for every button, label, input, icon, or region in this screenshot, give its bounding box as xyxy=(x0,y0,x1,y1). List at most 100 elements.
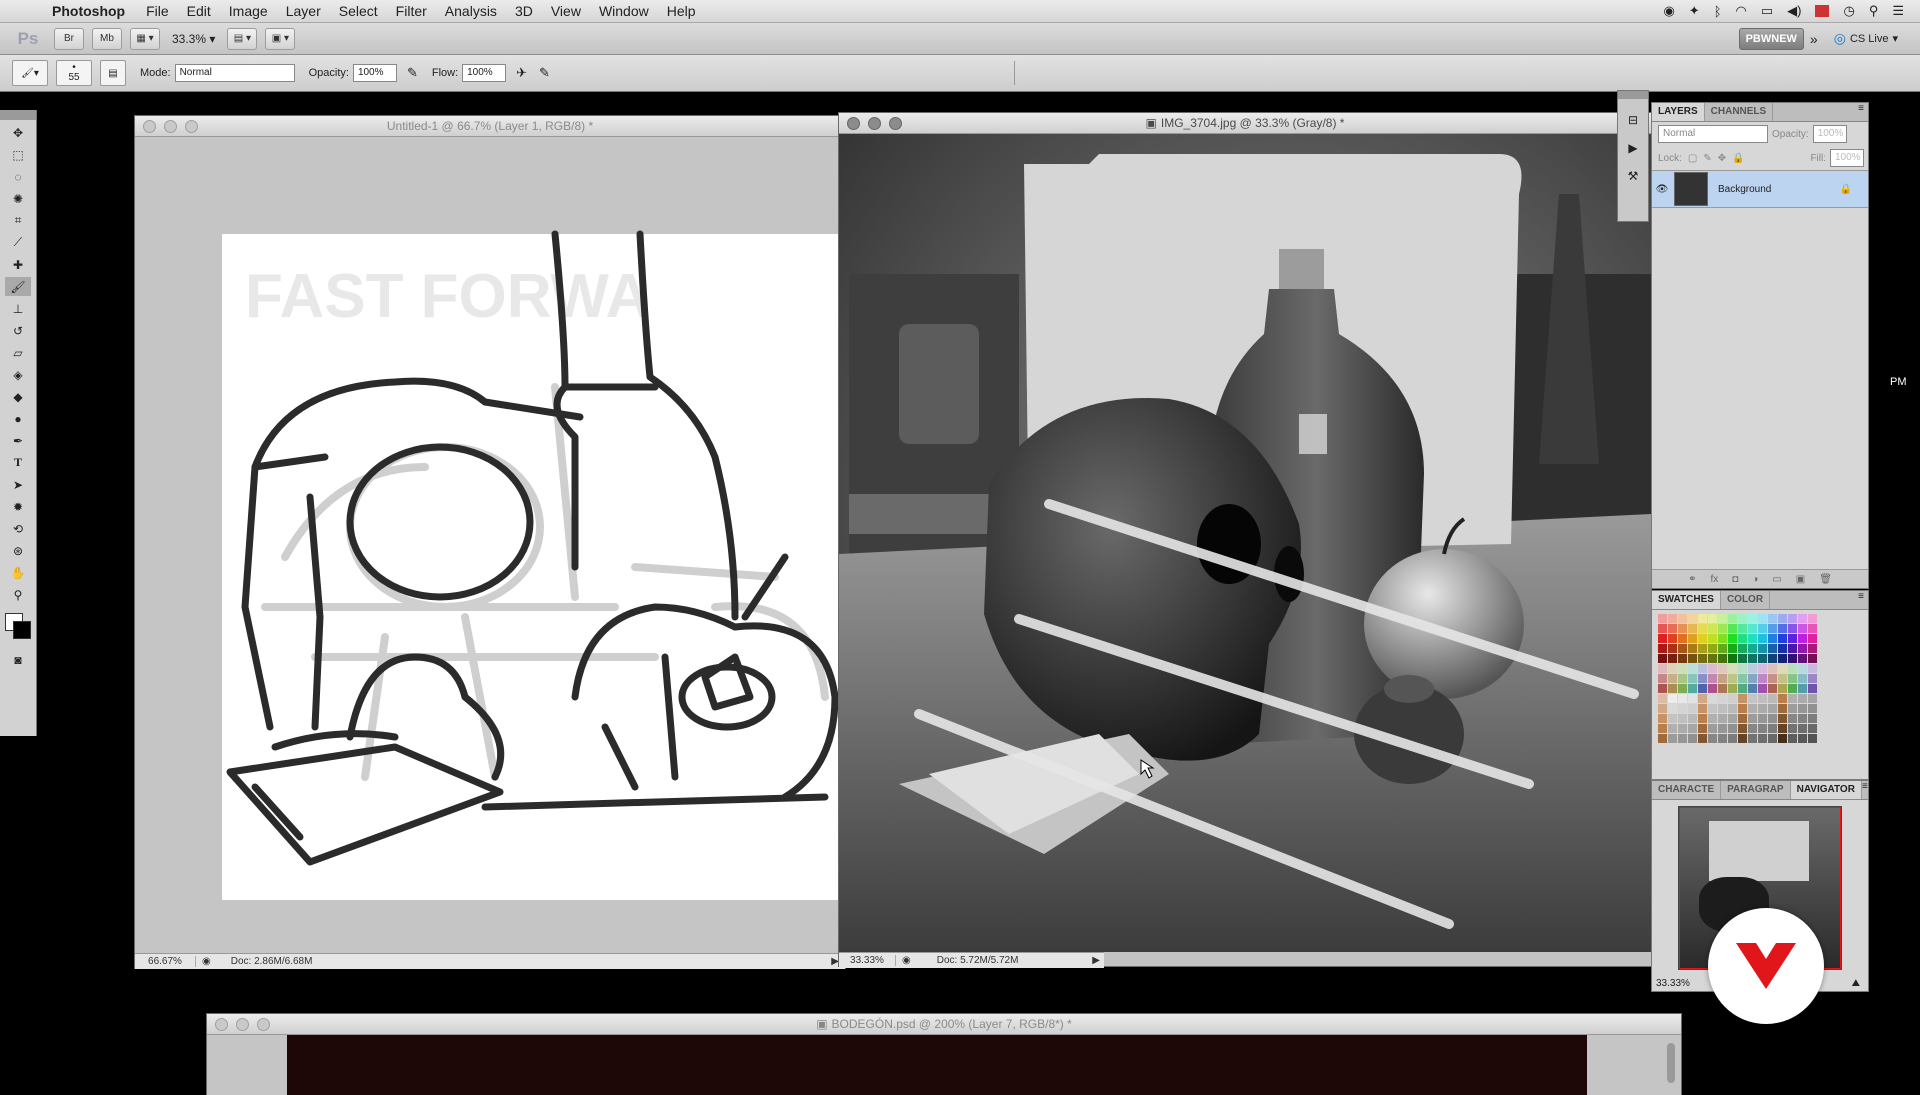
airbrush-icon[interactable]: ✈ xyxy=(516,65,527,81)
swatch[interactable] xyxy=(1758,714,1767,723)
vertical-scrollbar[interactable] xyxy=(1667,1043,1675,1083)
swatch[interactable] xyxy=(1668,614,1677,623)
swatch[interactable] xyxy=(1768,614,1777,623)
swatch[interactable] xyxy=(1708,664,1717,673)
swatch[interactable] xyxy=(1758,644,1767,653)
swatch[interactable] xyxy=(1758,664,1767,673)
swatch[interactable] xyxy=(1678,614,1687,623)
swatch[interactable] xyxy=(1658,674,1667,683)
swatch[interactable] xyxy=(1698,734,1707,743)
zoom-level-select[interactable]: 33.3% ▾ xyxy=(172,32,215,46)
minimize-button[interactable] xyxy=(868,117,881,130)
close-button[interactable] xyxy=(847,117,860,130)
swatch[interactable] xyxy=(1808,624,1817,633)
close-button[interactable] xyxy=(143,120,156,133)
document-canvas-area[interactable]: FAST FORWA xyxy=(135,137,845,953)
menu-filter[interactable]: Filter xyxy=(396,3,427,19)
swatch[interactable] xyxy=(1678,634,1687,643)
swatch[interactable] xyxy=(1668,734,1677,743)
swatch[interactable] xyxy=(1738,714,1747,723)
swatch[interactable] xyxy=(1658,684,1667,693)
swatch[interactable] xyxy=(1808,634,1817,643)
swatch[interactable] xyxy=(1668,644,1677,653)
notification-icon[interactable]: ☰ xyxy=(1892,3,1904,19)
swatch[interactable] xyxy=(1718,644,1727,653)
swatch[interactable] xyxy=(1738,644,1747,653)
swatch[interactable] xyxy=(1798,654,1807,663)
swatch[interactable] xyxy=(1798,664,1807,673)
dropbox-icon[interactable]: ✦ xyxy=(1689,3,1700,19)
swatch[interactable] xyxy=(1748,674,1757,683)
swatch[interactable] xyxy=(1658,664,1667,673)
swatch[interactable] xyxy=(1758,704,1767,713)
swatch[interactable] xyxy=(1718,664,1727,673)
swatch[interactable] xyxy=(1698,724,1707,733)
swatch[interactable] xyxy=(1778,654,1787,663)
swatch[interactable] xyxy=(1668,654,1677,663)
zoom-in-icon[interactable]: ⛰ xyxy=(1852,978,1860,989)
swatch[interactable] xyxy=(1688,714,1697,723)
clone-stamp-tool-icon[interactable]: ⊥ xyxy=(5,299,31,318)
swatch[interactable] xyxy=(1688,654,1697,663)
swatch[interactable] xyxy=(1688,664,1697,673)
swatch[interactable] xyxy=(1718,614,1727,623)
swatch[interactable] xyxy=(1708,704,1717,713)
swatch[interactable] xyxy=(1728,714,1737,723)
menu-image[interactable]: Image xyxy=(229,3,268,19)
swatch[interactable] xyxy=(1728,674,1737,683)
layer-style-icon[interactable]: fx xyxy=(1710,574,1718,585)
swatch[interactable] xyxy=(1728,654,1737,663)
blend-mode-select[interactable]: Normal xyxy=(1658,125,1768,143)
mode-select[interactable]: Normal xyxy=(174,64,295,82)
swatch[interactable] xyxy=(1668,664,1677,673)
swatch[interactable] xyxy=(1758,624,1767,633)
swatch[interactable] xyxy=(1718,724,1727,733)
menu-view[interactable]: View xyxy=(551,3,581,19)
swatch[interactable] xyxy=(1708,734,1717,743)
swatch[interactable] xyxy=(1748,694,1757,703)
swatch[interactable] xyxy=(1658,714,1667,723)
swatch[interactable] xyxy=(1688,634,1697,643)
swatch[interactable] xyxy=(1798,734,1807,743)
zoom-button[interactable] xyxy=(889,117,902,130)
document-titlebar[interactable]: Untitled-1 @ 66.7% (Layer 1, RGB/8) * xyxy=(135,116,845,137)
swatch[interactable] xyxy=(1808,734,1817,743)
swatch[interactable] xyxy=(1748,714,1757,723)
swatch[interactable] xyxy=(1728,734,1737,743)
document-canvas-area[interactable] xyxy=(839,134,1651,952)
background-color[interactable] xyxy=(13,621,31,639)
swatch[interactable] xyxy=(1778,714,1787,723)
swatch[interactable] xyxy=(1808,654,1817,663)
swatch[interactable] xyxy=(1718,714,1727,723)
zoom-tool-icon[interactable]: ⚲ xyxy=(5,585,31,604)
layer-visibility-icon[interactable]: 👁 xyxy=(1652,184,1672,195)
path-selection-tool-icon[interactable]: ➤ xyxy=(5,475,31,494)
swatch[interactable] xyxy=(1688,684,1697,693)
swatch[interactable] xyxy=(1728,664,1737,673)
swatch[interactable] xyxy=(1748,614,1757,623)
swatch[interactable] xyxy=(1768,694,1777,703)
swatch[interactable] xyxy=(1728,684,1737,693)
link-layers-icon[interactable]: ⚭ xyxy=(1688,574,1696,585)
tab-paragraph[interactable]: PARAGRAP xyxy=(1721,781,1791,799)
swatch[interactable] xyxy=(1668,634,1677,643)
swatch[interactable] xyxy=(1708,614,1717,623)
brush-panel-toggle-icon[interactable]: ▤ xyxy=(100,60,126,86)
bodegon-canvas[interactable] xyxy=(287,1035,1587,1095)
fill-field[interactable]: 100% xyxy=(1830,149,1864,167)
swatch[interactable] xyxy=(1808,674,1817,683)
swatch[interactable] xyxy=(1788,684,1797,693)
swatch[interactable] xyxy=(1708,634,1717,643)
swatch[interactable] xyxy=(1718,624,1727,633)
minimize-button[interactable] xyxy=(164,120,177,133)
menu-window[interactable]: Window xyxy=(599,3,649,19)
swatch[interactable] xyxy=(1768,704,1777,713)
panel-menu-icon[interactable]: ≡ xyxy=(1858,103,1864,121)
swatch[interactable] xyxy=(1678,714,1687,723)
swatch[interactable] xyxy=(1788,704,1797,713)
swatch[interactable] xyxy=(1668,684,1677,693)
swatch[interactable] xyxy=(1708,724,1717,733)
swatch[interactable] xyxy=(1658,634,1667,643)
record-icon[interactable]: ◉ xyxy=(1663,3,1674,19)
tools-panel-header[interactable] xyxy=(0,110,36,120)
